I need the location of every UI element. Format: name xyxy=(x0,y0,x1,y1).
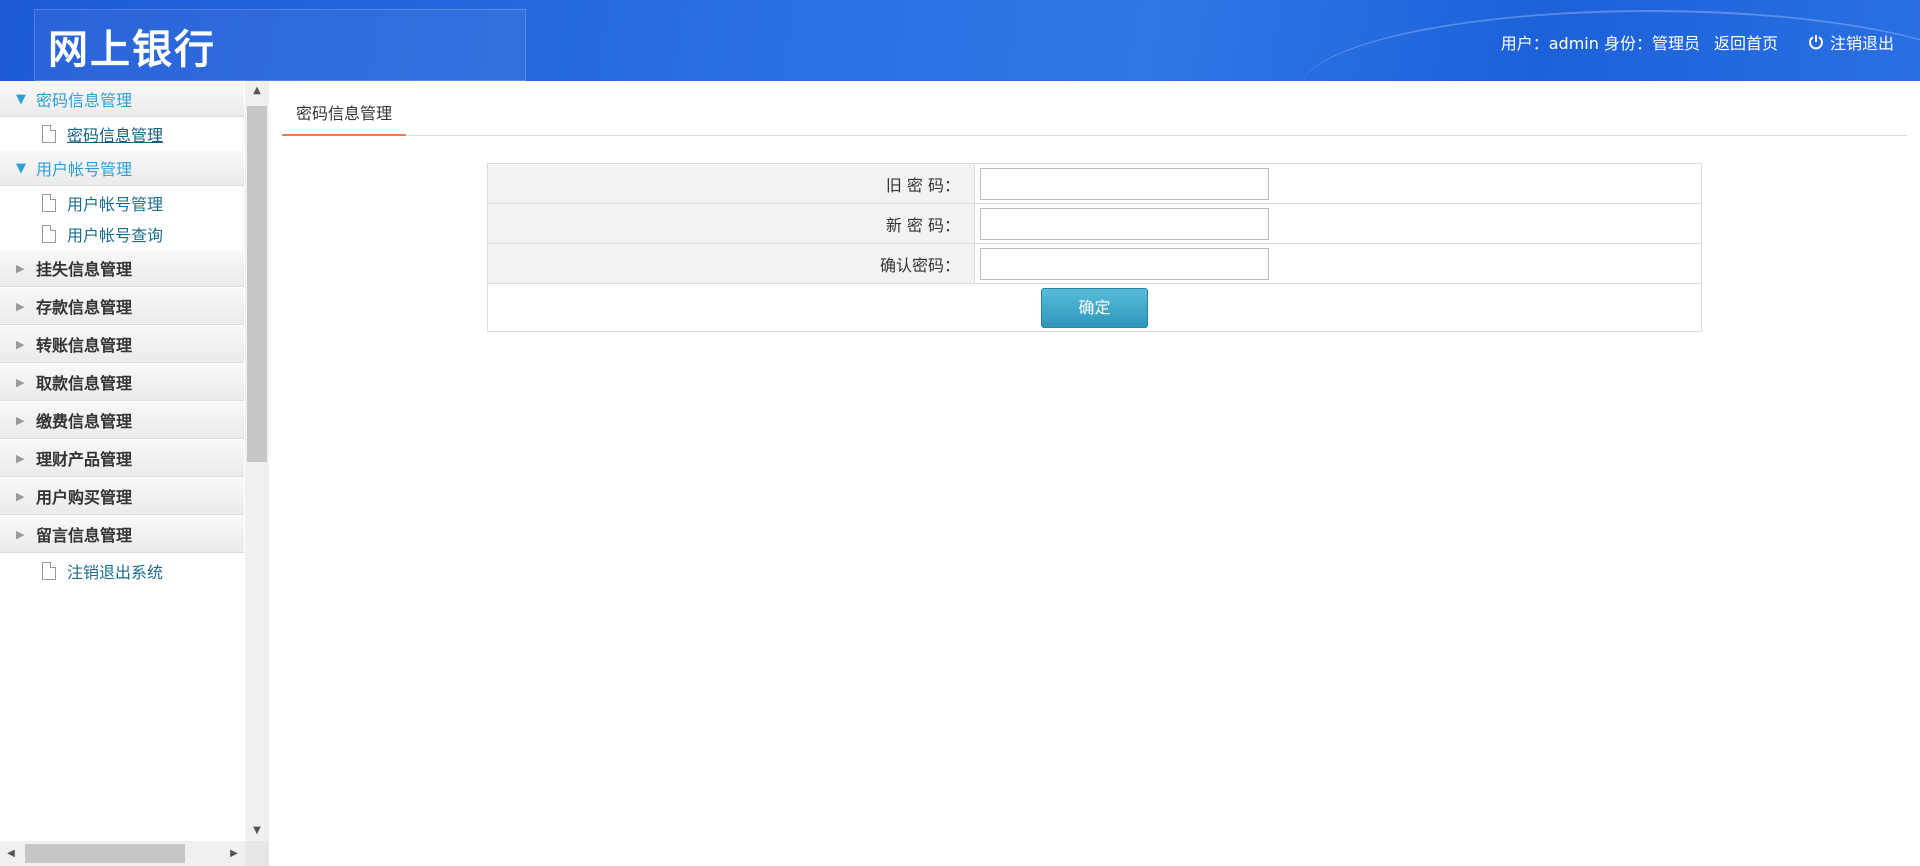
menu-item-logout-system[interactable]: 注销退出系统 xyxy=(0,553,244,589)
menu-group-wealth-products[interactable]: ▶ 理财产品管理 xyxy=(0,439,244,477)
menu-item-password-manage[interactable]: 密码信息管理 xyxy=(0,117,244,150)
caret-right-icon: ▶ xyxy=(16,451,25,465)
new-password-label: 新 密 码： xyxy=(487,203,975,244)
tab-password-manage[interactable]: 密码信息管理 xyxy=(282,95,407,136)
form-row-confirm-password: 确认密码： xyxy=(487,243,1702,284)
caret-down-icon: ▼ xyxy=(16,160,26,176)
menu-group-password[interactable]: ▼ 密码信息管理 xyxy=(0,81,244,117)
tab-bar: 密码信息管理 xyxy=(282,95,1907,136)
file-icon xyxy=(42,225,56,243)
app-header: 网上银行 用户：admin 身份：管理员 返回首页 注销退出 xyxy=(0,0,1920,81)
caret-right-icon: ▶ xyxy=(16,413,25,427)
menu-item-account-query[interactable]: 用户帐号查询 xyxy=(0,219,244,249)
menu-group-deposit[interactable]: ▶ 存款信息管理 xyxy=(0,287,244,325)
old-password-label: 旧 密 码： xyxy=(487,163,975,204)
menu-group-withdraw[interactable]: ▶ 取款信息管理 xyxy=(0,363,244,401)
menu-item-account-manage[interactable]: 用户帐号管理 xyxy=(0,186,244,219)
old-password-input[interactable] xyxy=(980,167,1269,200)
scroll-up-icon[interactable]: ▲ xyxy=(245,81,269,101)
menu-group-account[interactable]: ▼ 用户帐号管理 xyxy=(0,150,244,186)
user-bar: 用户：admin 身份：管理员 返回首页 注销退出 xyxy=(1501,30,1894,54)
menu-group-loss-report[interactable]: ▶ 挂失信息管理 xyxy=(0,249,244,287)
caret-right-icon: ▶ xyxy=(16,489,25,503)
caret-right-icon: ▶ xyxy=(16,261,25,275)
sidebar-menu: ▼ 密码信息管理 密码信息管理 ▼ 用户帐号管理 用户帐号管理 用户帐号查询 ▶… xyxy=(0,81,244,589)
confirm-password-input[interactable] xyxy=(980,247,1269,280)
file-icon xyxy=(42,124,56,143)
power-icon[interactable] xyxy=(1808,34,1824,50)
scrollbar-corner xyxy=(245,841,269,866)
home-link[interactable]: 返回首页 xyxy=(1714,30,1778,54)
scroll-left-icon[interactable]: ◀ xyxy=(0,841,22,866)
submit-button[interactable]: 确定 xyxy=(1041,287,1148,328)
scroll-right-icon[interactable]: ▶ xyxy=(223,841,245,866)
sidebar-vertical-scrollbar[interactable]: ▲ ▼ xyxy=(245,81,269,841)
form-row-actions: 确定 xyxy=(487,283,1702,332)
caret-right-icon: ▶ xyxy=(16,299,25,313)
menu-group-payment[interactable]: ▶ 缴费信息管理 xyxy=(0,401,244,439)
file-icon xyxy=(42,193,56,212)
menu-group-user-purchase[interactable]: ▶ 用户购买管理 xyxy=(0,477,244,515)
scroll-thumb[interactable] xyxy=(247,106,267,462)
sidebar-horizontal-scrollbar[interactable]: ◀ ▶ xyxy=(0,841,245,866)
caret-down-icon: ▼ xyxy=(16,91,26,107)
confirm-password-label: 确认密码： xyxy=(487,243,975,284)
sidebar: ▼ 密码信息管理 密码信息管理 ▼ 用户帐号管理 用户帐号管理 用户帐号查询 ▶… xyxy=(0,81,245,866)
app-logo: 网上银行 xyxy=(48,27,216,73)
user-info: 用户：admin 身份：管理员 xyxy=(1500,34,1700,53)
form-row-new-password: 新 密 码： xyxy=(487,203,1702,244)
logout-link[interactable]: 注销退出 xyxy=(1830,30,1894,54)
caret-right-icon: ▶ xyxy=(16,527,25,541)
menu-group-messages[interactable]: ▶ 留言信息管理 xyxy=(0,515,244,553)
caret-right-icon: ▶ xyxy=(16,337,25,351)
form-row-old-password: 旧 密 码： xyxy=(487,163,1702,204)
scroll-thumb[interactable] xyxy=(25,844,185,863)
caret-right-icon: ▶ xyxy=(16,375,25,389)
new-password-input[interactable] xyxy=(980,207,1269,240)
scroll-down-icon[interactable]: ▼ xyxy=(245,821,269,841)
menu-group-transfer[interactable]: ▶ 转账信息管理 xyxy=(0,325,244,363)
password-form: 旧 密 码： 新 密 码： 确认密码： 确定 xyxy=(487,163,1702,332)
file-icon xyxy=(42,562,56,580)
